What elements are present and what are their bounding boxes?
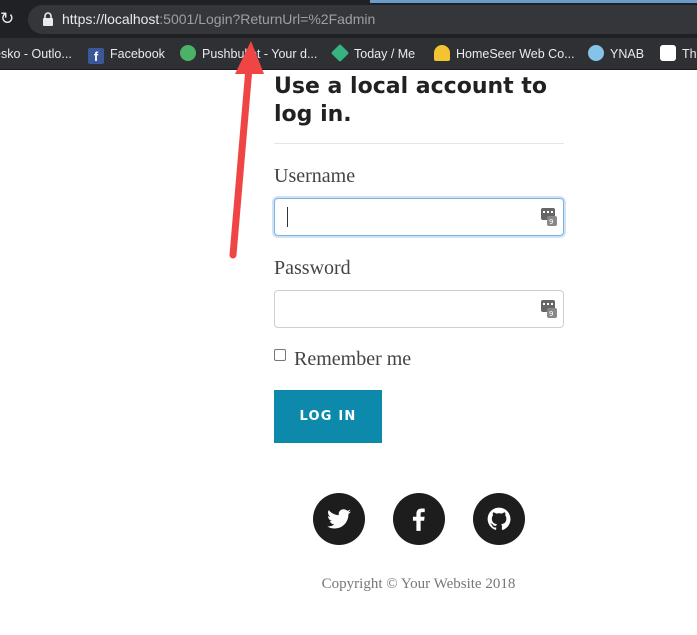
password-label: Password [274,257,351,279]
facebook-icon [412,508,425,531]
bookmark-homeseer[interactable]: HomeSeer Web Co... [434,44,575,64]
text-caret [287,207,288,227]
reload-icon[interactable]: ↻ [0,10,18,28]
facebook-link[interactable] [393,493,445,545]
bookmark-label: esko - Outlo... [0,47,72,61]
lock-icon [43,12,53,26]
remember-me-checkbox[interactable] [274,349,286,361]
page-title: Use a local account to log in. [274,74,547,127]
github-link[interactable] [473,493,525,545]
facebook-icon: f [88,48,104,64]
bookmark-pushbullet[interactable]: Pushbullet - Your d... [180,44,317,64]
username-label: Username [274,165,356,187]
svg-text:9: 9 [549,310,553,318]
svg-text:9: 9 [549,218,553,226]
ynab-icon [588,45,604,61]
password-manager-icon[interactable]: 9 [541,300,557,318]
password-input[interactable] [274,290,564,328]
bookmark-label: Today / Me [354,47,416,61]
login-button[interactable]: LOG IN [274,390,382,443]
twitter-icon [327,509,351,529]
url-path: :5001/Login?ReturnUrl=%2Fadmin [159,11,376,27]
divider [274,143,564,144]
tab-strip-edge [370,0,697,3]
bookmark-facebook[interactable]: f Facebook [88,44,165,64]
bookmark-today[interactable]: Today / Me [330,43,416,64]
bookmark-label: Th [682,47,697,61]
homeseer-icon [434,45,450,61]
browser-address-bar: ↻ https://localhost:5001/Login?ReturnUrl… [0,0,697,38]
bookmark-label: HomeSeer Web Co... [456,47,575,61]
url-host: localhost [104,11,160,27]
bookmark-label: Pushbullet - Your d... [202,47,318,61]
pushbullet-icon [180,45,196,61]
url-text[interactable]: https://localhost:5001/Login?ReturnUrl=%… [62,11,375,28]
today-icon [330,43,350,63]
bookmark-label: Facebook [110,47,165,61]
bookmark-cow[interactable]: Th [660,44,697,64]
url-scheme: https:// [62,11,105,27]
cow-icon [660,45,676,61]
username-input[interactable] [274,198,564,236]
bookmark-outlook[interactable]: esko - Outlo... [0,44,72,64]
remember-me-label[interactable]: Remember me [294,347,411,371]
copyright-text: Copyright © Your Website 2018 [321,576,516,592]
omnibox[interactable]: https://localhost:5001/Login?ReturnUrl=%… [28,5,697,34]
password-manager-icon[interactable]: 9 [541,208,557,226]
bookmark-label: YNAB [610,47,645,61]
bookmarks-bar: esko - Outlo... f Facebook Pushbullet - Y… [0,38,697,70]
github-icon [487,507,511,530]
twitter-link[interactable] [313,493,365,545]
bookmark-ynab[interactable]: YNAB [588,44,644,64]
